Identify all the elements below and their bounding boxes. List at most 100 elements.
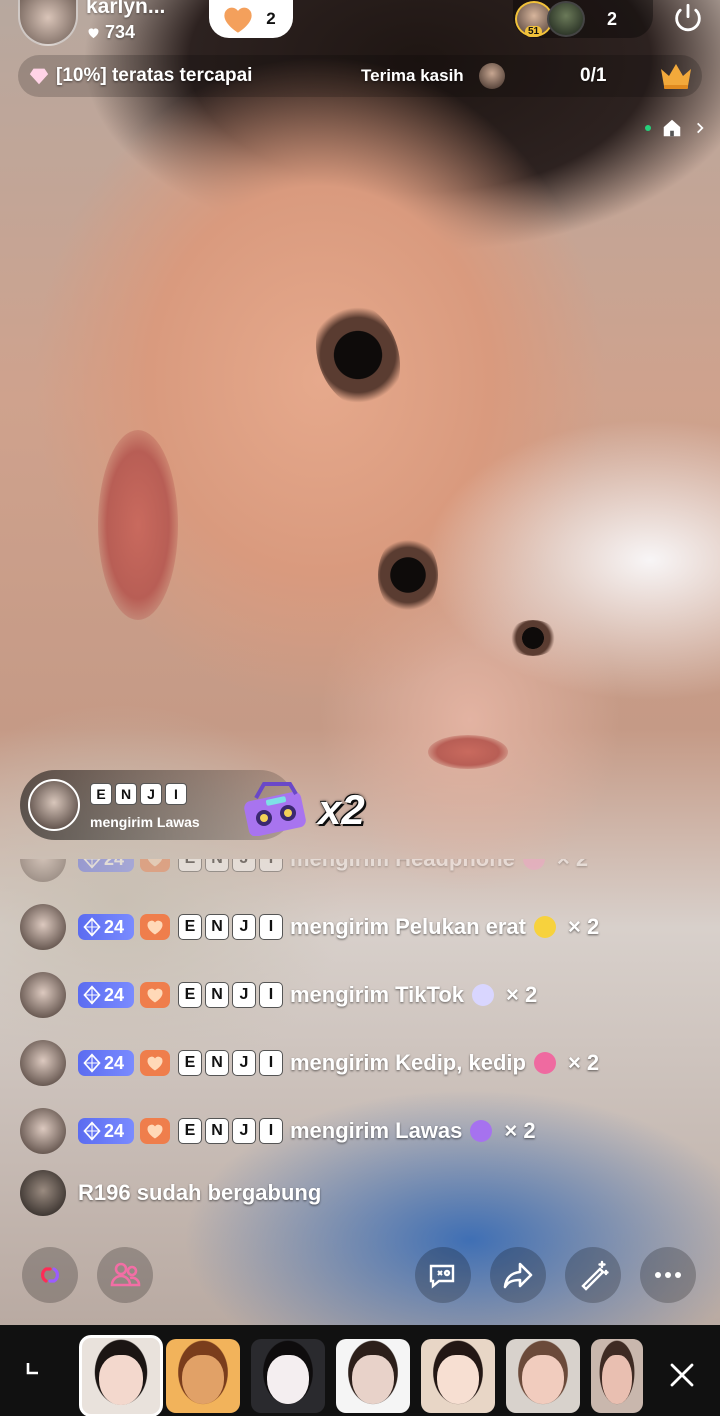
chevron-right-icon[interactable] [693,121,707,135]
chat-message[interactable]: 24 ENJI mengirim Lawas × 2 [20,1106,536,1156]
gift-sender-avatar[interactable] [28,779,80,831]
chat-avatar[interactable] [20,1040,66,1086]
heart-icon [88,27,99,38]
effect-face [522,1355,564,1405]
power-icon [675,3,701,32]
thanks-label: Terima kasih [361,66,464,85]
effect-thumbnail[interactable] [79,1335,163,1416]
video-lips [98,430,178,620]
home-icon[interactable] [661,117,683,139]
name-tile: E [178,914,202,940]
effect-face [602,1355,632,1405]
join-notice: R196 sudah bergabung [20,1170,321,1216]
effect-face [267,1355,309,1405]
gift-emoji-icon [472,984,495,1006]
chat-avatar[interactable] [20,972,66,1018]
host-like-count: 734 [105,21,136,42]
chat-avatar[interactable] [20,904,66,950]
name-tile: J [232,1118,256,1144]
share-button[interactable] [490,1247,546,1303]
viewer-count: 2 [607,8,618,29]
viewer-list[interactable]: 51 2 [513,0,653,38]
diamond-icon [83,1053,101,1073]
name-tile: E [90,783,112,805]
diamond-icon [83,917,101,937]
more-button[interactable] [640,1247,696,1303]
fan-badge [140,1118,170,1144]
follow-heart-button[interactable]: 2 [209,0,293,38]
fan-heart-icon [147,920,163,935]
end-live-button[interactable] [667,0,709,36]
name-tile: N [115,783,137,805]
level-badge: 24 [78,1118,134,1144]
level-value: 24 [104,984,125,1005]
gift-sender-name: E N J I [90,783,187,805]
host-name: karlyn... [86,0,166,18]
join-avatar[interactable] [20,1170,66,1216]
name-tile: I [259,914,283,940]
crown-icon [661,64,691,89]
video-eye-right [378,535,438,615]
gift-banner[interactable]: E N J I mengirim Lawas [20,770,306,840]
effects-button[interactable] [565,1247,621,1303]
magic-wand-icon [581,1260,609,1291]
name-tile: E [178,1118,202,1144]
boombox-gift-icon [244,782,306,836]
name-tile: E [178,982,202,1008]
diamond-icon [83,985,101,1005]
chat-avatar[interactable] [20,1108,66,1154]
name-tile: I [259,1118,283,1144]
effect-face [99,1354,143,1405]
effect-thumbnail[interactable] [506,1339,580,1413]
comment-icon [429,1264,455,1289]
level-badge: 24 [78,1050,134,1076]
effect-thumbnail[interactable] [336,1339,410,1413]
close-icon[interactable] [664,1357,700,1393]
fan-heart-icon [147,1124,163,1139]
effect-thumbnail[interactable] [166,1339,240,1413]
level-badge: 24 [78,914,134,940]
name-tile: E [178,1050,202,1076]
join-text: R196 sudah bergabung [78,1180,322,1205]
orange-heart-icon [224,7,252,33]
chat-text: mengirim Kedip, kedip [290,1050,526,1075]
comment-button[interactable] [415,1247,471,1303]
gift-emoji-icon [470,1120,493,1142]
sender-name: ENJI [178,1118,283,1144]
host-avatar[interactable] [18,0,78,46]
effect-thumbnail[interactable] [251,1339,325,1413]
sender-name: ENJI [178,982,283,1008]
gift-action: mengirim Lawas [90,814,200,830]
gift-emoji-icon [533,916,556,938]
effect-thumbnail[interactable] [591,1339,643,1413]
chat-multiplier: × 2 [506,982,538,1007]
video-eye-left [301,289,415,421]
link-button[interactable] [22,1247,78,1303]
effect-face [182,1355,224,1405]
heart-count: 2 [266,9,276,28]
name-tile: J [232,914,256,940]
gift-emoji-icon [533,1052,556,1074]
name-tile: N [205,1118,229,1144]
chat-message[interactable]: 24 ENJI mengirim Pelukan erat × 2 [20,902,599,952]
viewer-avatar[interactable] [547,1,585,37]
effect-face [437,1355,479,1405]
ranking-goal-bar[interactable]: [10%] teratas tercapai Terima kasih 0/1 [18,55,702,97]
video-child-lips [428,735,508,769]
chat-message[interactable]: 24 ENJI mengirim Kedip, kedip × 2 [20,1038,599,1088]
top-viewer-rank: 51 [525,26,543,37]
chat-message[interactable]: 24 ENJI mengirim TikTok × 2 [20,970,537,1020]
effects-tray [0,1325,720,1416]
name-tile: N [205,1050,229,1076]
fan-badge [140,982,170,1008]
level-value: 24 [104,1120,125,1141]
chat-text: mengirim TikTok [290,982,465,1007]
guests-button[interactable] [97,1247,153,1303]
host-info[interactable]: karlyn... 734 [18,0,198,46]
name-tile: I [259,982,283,1008]
name-tile: I [165,783,187,805]
level-badge: 24 [78,982,134,1008]
effect-thumbnail[interactable] [421,1339,495,1413]
live-status-dot [645,125,651,131]
expand-icon[interactable] [18,1347,54,1383]
